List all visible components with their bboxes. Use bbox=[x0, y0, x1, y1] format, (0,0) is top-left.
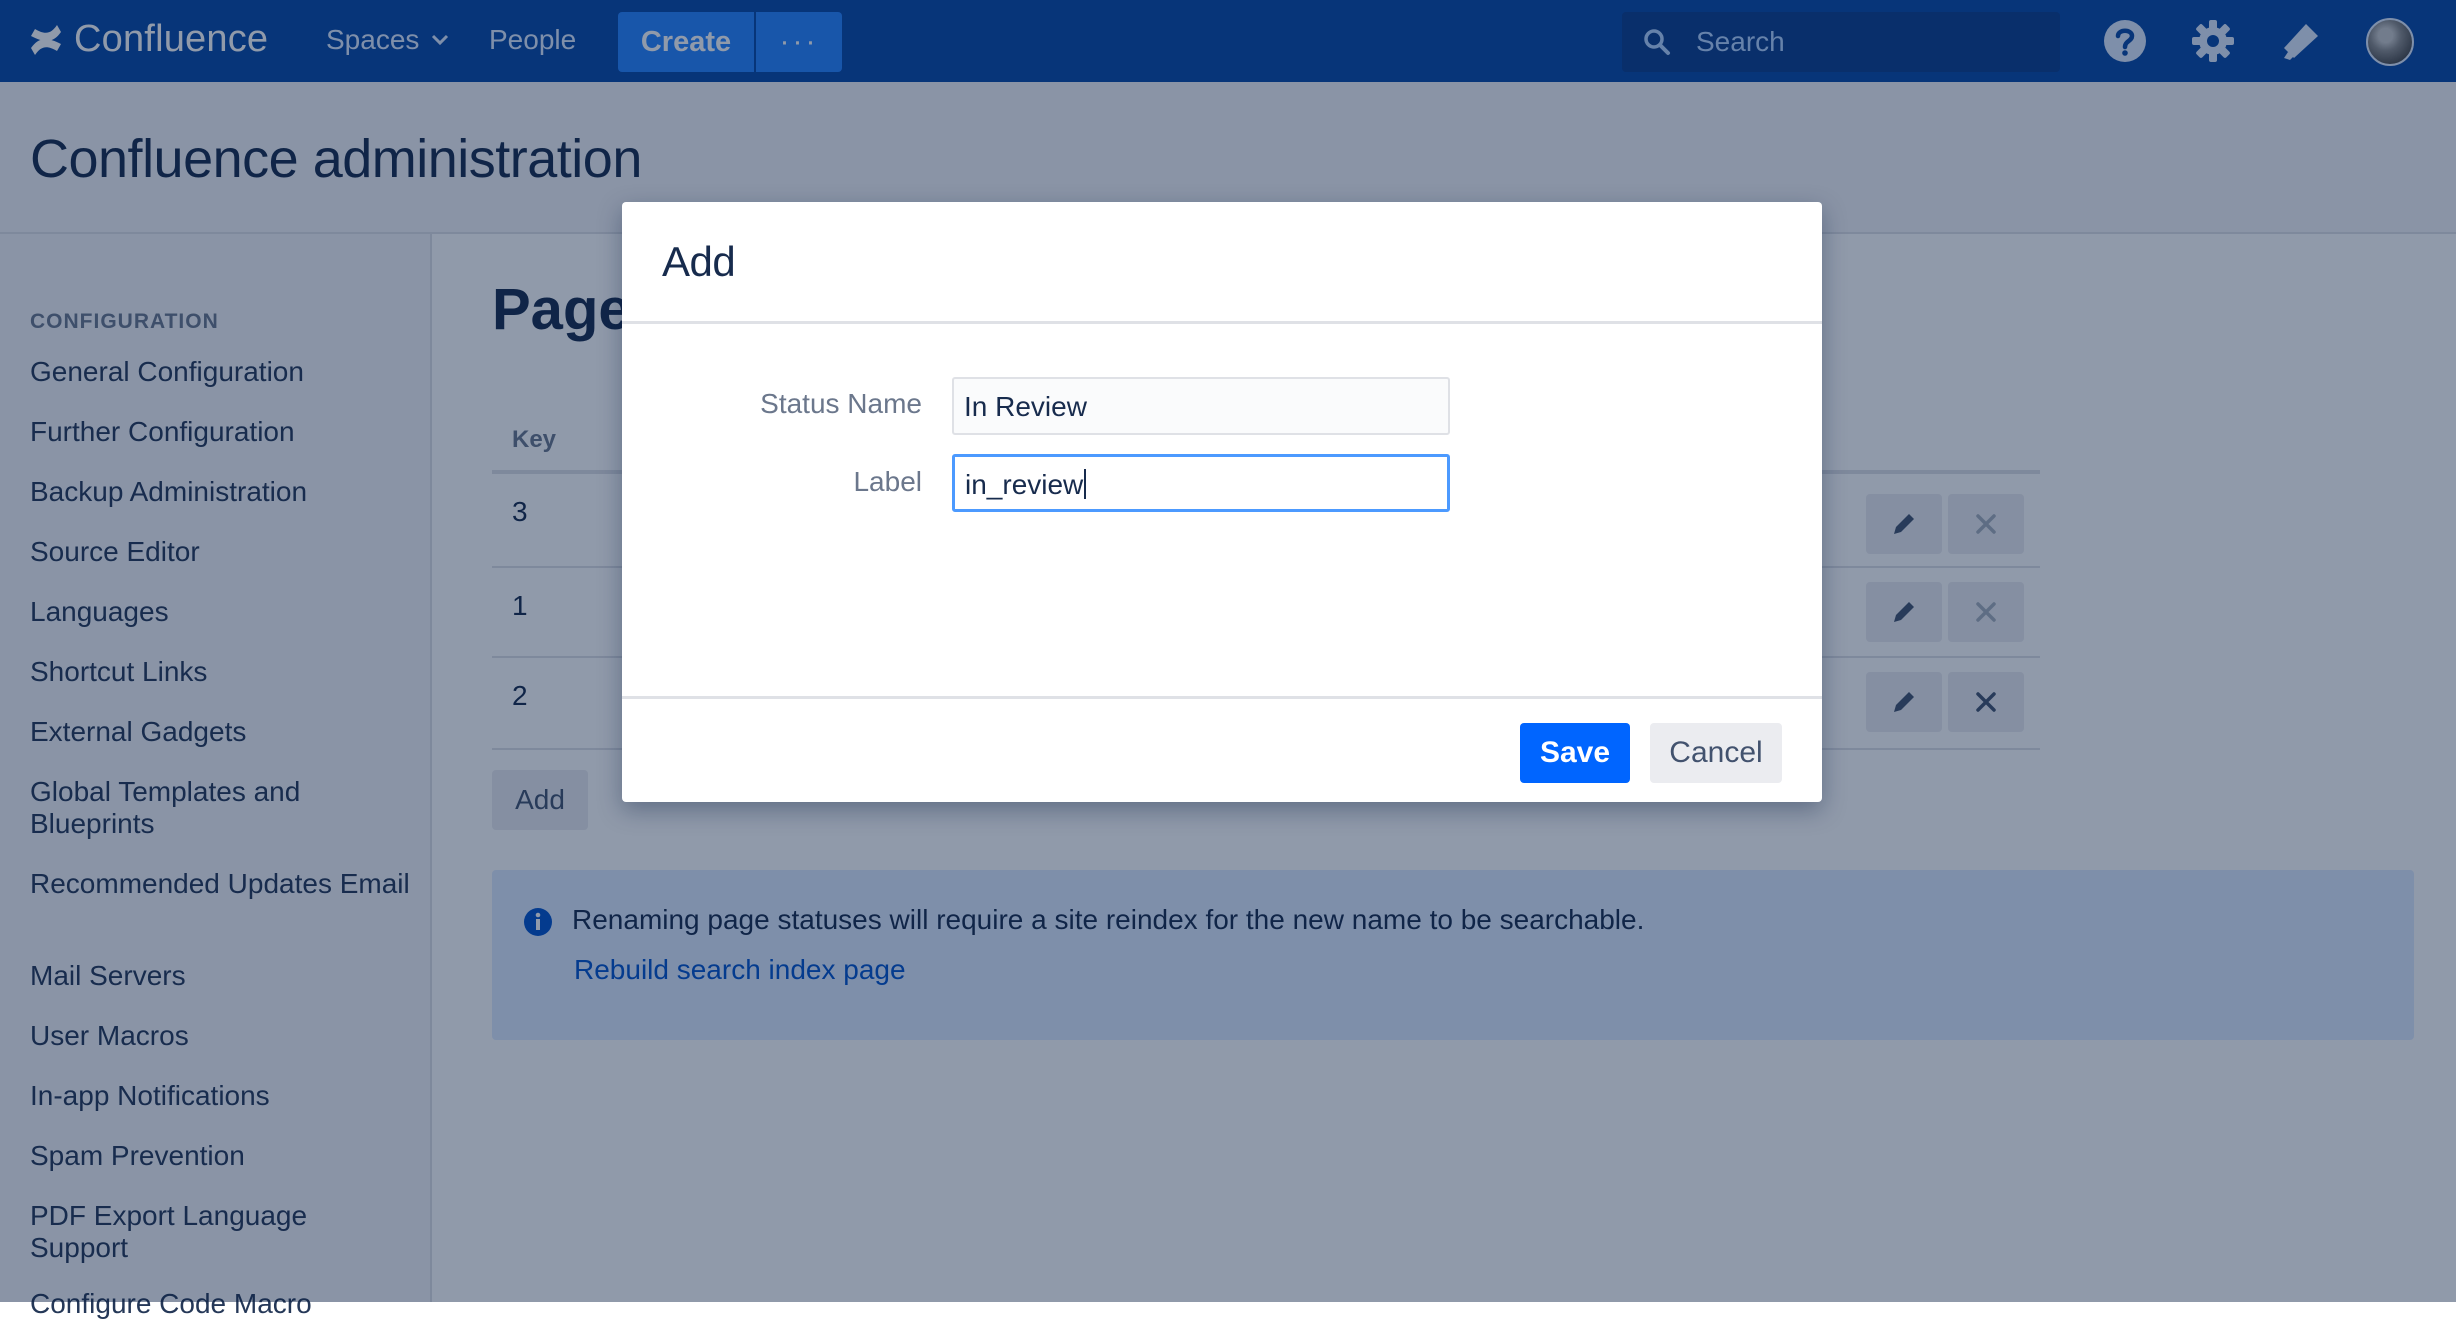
save-button[interactable]: Save bbox=[1520, 723, 1630, 783]
cancel-button[interactable]: Cancel bbox=[1650, 723, 1782, 783]
text-caret bbox=[1084, 469, 1087, 499]
dialog-footer: Save Cancel bbox=[622, 696, 1822, 802]
label-value: in_review bbox=[965, 469, 1084, 500]
dialog-header: Add bbox=[622, 202, 1822, 324]
add-status-dialog: Add Status Name In Review Label in_revie… bbox=[622, 202, 1822, 802]
dialog-title: Add bbox=[662, 238, 736, 285]
label-field[interactable]: in_review bbox=[952, 454, 1450, 512]
label-field-label: Label bbox=[853, 466, 922, 497]
status-name-label: Status Name bbox=[760, 388, 922, 419]
status-name-field[interactable]: In Review bbox=[952, 377, 1450, 435]
status-name-value: In Review bbox=[964, 391, 1087, 422]
